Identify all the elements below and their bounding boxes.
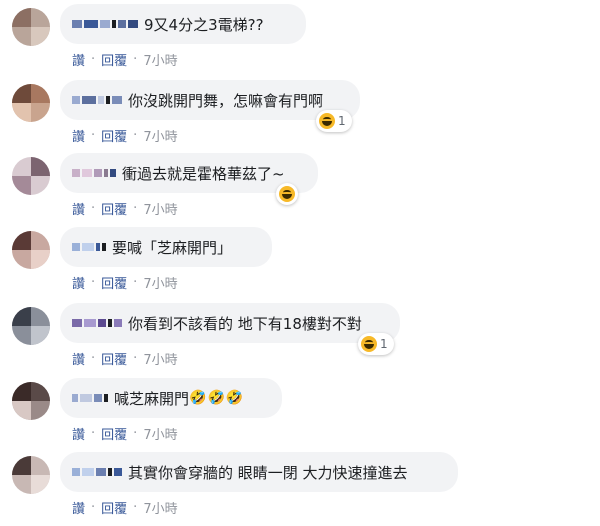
comment-bubble: 要喊「芝麻開門」 (60, 227, 272, 267)
like-link[interactable]: 讚 (72, 349, 85, 368)
reply-link[interactable]: 回覆 (101, 273, 127, 292)
separator: · (91, 426, 96, 441)
timestamp[interactable]: 7小時 (143, 498, 177, 517)
comment-bubble: 你沒跳開門舞，怎嘛會有門啊 (60, 80, 360, 120)
separator: · (91, 128, 96, 143)
comment-bubble: 喊芝麻開門 🤣🤣🤣 (60, 378, 282, 418)
comment-text: 衝過去就是霍格華茲了~ (122, 164, 285, 183)
commenter-name[interactable] (72, 394, 108, 402)
like-link[interactable]: 讚 (72, 50, 85, 69)
comment-actions: 讚 · 回覆 · 7小時 (72, 424, 178, 443)
rofl-emoji-icon: 🤣🤣🤣 (189, 390, 245, 406)
comment-actions: 讚 · 回覆 · 7小時 (72, 273, 178, 292)
comment-item: 其實你會穿牆的 眼睛一閉 大力快速撞進去 讚 · 回覆 · 7小時 (0, 452, 600, 526)
comment-item: 9又4分之3電梯?? 讚 · 回覆 · 7小時 (0, 4, 600, 78)
comment-actions: 讚 · 回覆 · 7小時 (72, 126, 178, 145)
reaction-badge[interactable]: 1 (316, 110, 352, 132)
comment-actions: 讚 · 回覆 · 7小時 (72, 498, 178, 517)
comment-actions: 讚 · 回覆 · 7小時 (72, 50, 178, 69)
separator: · (91, 201, 96, 216)
avatar[interactable] (12, 84, 50, 122)
comment-item: 衝過去就是霍格華茲了~ 讚 · 回覆 · 7小時 (0, 153, 600, 227)
reaction-badge[interactable]: 1 (358, 333, 394, 355)
avatar[interactable] (12, 307, 50, 345)
comment-actions: 讚 · 回覆 · 7小時 (72, 199, 178, 218)
separator: · (133, 426, 138, 441)
reaction-count: 1 (338, 114, 346, 128)
comment-item: 你看到不該看的 地下有18樓對不對 1 讚 · 回覆 · 7小時 (0, 303, 600, 377)
reply-link[interactable]: 回覆 (101, 50, 127, 69)
commenter-name[interactable] (72, 319, 122, 327)
avatar[interactable] (12, 231, 50, 269)
like-link[interactable]: 讚 (72, 126, 85, 145)
comment-actions: 讚 · 回覆 · 7小時 (72, 349, 178, 368)
timestamp[interactable]: 7小時 (143, 199, 177, 218)
avatar[interactable] (12, 157, 50, 195)
comment-text: 9又4分之3電梯?? (144, 15, 264, 34)
comment-text: 其實你會穿牆的 眼睛一閉 大力快速撞進去 (128, 463, 408, 482)
separator: · (91, 500, 96, 515)
separator: · (91, 275, 96, 290)
like-link[interactable]: 讚 (72, 424, 85, 443)
commenter-name[interactable] (72, 20, 138, 28)
comment-item: 喊芝麻開門 🤣🤣🤣 讚 · 回覆 · 7小時 (0, 378, 600, 452)
haha-emoji-icon (279, 186, 295, 202)
commenter-name[interactable] (72, 96, 122, 104)
timestamp[interactable]: 7小時 (143, 126, 177, 145)
separator: · (133, 275, 138, 290)
reaction-badge[interactable] (276, 183, 298, 205)
commenter-name[interactable] (72, 468, 122, 476)
reply-link[interactable]: 回覆 (101, 498, 127, 517)
comment-bubble: 你看到不該看的 地下有18樓對不對 (60, 303, 400, 343)
separator: · (91, 351, 96, 366)
timestamp[interactable]: 7小時 (143, 424, 177, 443)
timestamp[interactable]: 7小時 (143, 273, 177, 292)
separator: · (91, 52, 96, 67)
like-link[interactable]: 讚 (72, 273, 85, 292)
separator: · (133, 201, 138, 216)
comment-item: 要喊「芝麻開門」 讚 · 回覆 · 7小時 (0, 227, 600, 301)
timestamp[interactable]: 7小時 (143, 349, 177, 368)
avatar[interactable] (12, 382, 50, 420)
reply-link[interactable]: 回覆 (101, 424, 127, 443)
haha-emoji-icon (319, 113, 335, 129)
comment-bubble: 其實你會穿牆的 眼睛一閉 大力快速撞進去 (60, 452, 458, 492)
reply-link[interactable]: 回覆 (101, 126, 127, 145)
comment-item: 你沒跳開門舞，怎嘛會有門啊 1 讚 · 回覆 · 7小時 (0, 80, 600, 154)
haha-emoji-icon (361, 336, 377, 352)
reply-link[interactable]: 回覆 (101, 349, 127, 368)
commenter-name[interactable] (72, 169, 116, 177)
comment-text: 喊芝麻開門 (114, 389, 190, 408)
comment-text: 你沒跳開門舞，怎嘛會有門啊 (128, 91, 324, 110)
timestamp[interactable]: 7小時 (143, 50, 177, 69)
comment-text: 要喊「芝麻開門」 (112, 238, 233, 257)
comment-bubble: 9又4分之3電梯?? (60, 4, 306, 44)
reply-link[interactable]: 回覆 (101, 199, 127, 218)
like-link[interactable]: 讚 (72, 498, 85, 517)
reaction-count: 1 (380, 337, 388, 351)
commenter-name[interactable] (72, 243, 106, 251)
avatar[interactable] (12, 456, 50, 494)
avatar[interactable] (12, 8, 50, 46)
comment-text: 你看到不該看的 地下有18樓對不對 (128, 314, 362, 333)
separator: · (133, 351, 138, 366)
like-link[interactable]: 讚 (72, 199, 85, 218)
separator: · (133, 500, 138, 515)
separator: · (133, 128, 138, 143)
separator: · (133, 52, 138, 67)
